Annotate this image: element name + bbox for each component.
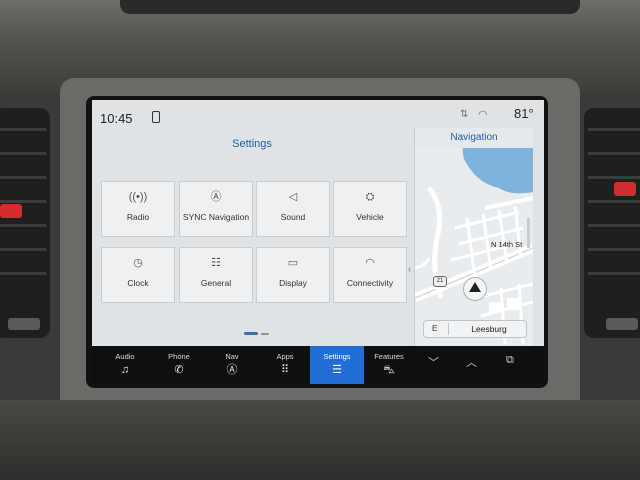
right-vent-tab[interactable] bbox=[614, 182, 636, 196]
tile-label: Sound bbox=[280, 212, 306, 222]
dashboard-slot bbox=[120, 0, 580, 14]
chevron-down-icon[interactable]: ﹀ bbox=[428, 354, 439, 370]
settings-panel: Settings ((•)) Radio Ⓐ SYNC Navigation ◁… bbox=[92, 130, 412, 346]
tile-label: General bbox=[200, 278, 232, 288]
chevron-up-icon[interactable]: ︿ bbox=[466, 354, 477, 370]
infotainment-screen: 10:45 ⇅ ◠ 81° Settings ((•)) Radio Ⓐ SYN… bbox=[92, 100, 544, 346]
destination-bar[interactable]: E Leesburg bbox=[423, 320, 527, 338]
tile-label: SYNC Navigation bbox=[182, 212, 250, 222]
left-air-vent[interactable] bbox=[0, 108, 50, 338]
page-dot-active bbox=[244, 332, 258, 335]
status-bar: 10:45 ⇅ ◠ 81° bbox=[92, 100, 544, 130]
navigation-icon: Ⓐ bbox=[210, 191, 222, 203]
music-note-icon: ♫ bbox=[120, 364, 130, 376]
phone-connected-icon bbox=[152, 111, 160, 123]
navigation-title: Navigation bbox=[450, 132, 498, 143]
map-view[interactable]: · N 14th St 21 bbox=[415, 148, 533, 346]
right-vent-roller[interactable] bbox=[606, 318, 638, 330]
car-icon: ⛍ bbox=[383, 364, 395, 376]
nav-apps-label: Apps bbox=[276, 352, 294, 361]
wifi-icon: ◠ bbox=[365, 257, 375, 269]
settings-tile-sync-navigation[interactable]: Ⓐ SYNC Navigation bbox=[180, 182, 252, 236]
vehicle-icon: ⛭ bbox=[365, 191, 375, 203]
settings-title: Settings bbox=[232, 138, 272, 150]
wifi-status-icon: ◠ bbox=[478, 109, 488, 121]
heading-direction: E bbox=[432, 324, 438, 333]
settings-tile-connectivity[interactable]: ◠ Connectivity bbox=[334, 248, 406, 302]
destination-name: Leesburg bbox=[471, 324, 507, 334]
street-label: N 14th St bbox=[491, 240, 523, 249]
display-icon: ▭ bbox=[287, 257, 299, 269]
right-air-vent[interactable] bbox=[584, 108, 640, 338]
page-dot bbox=[261, 333, 269, 335]
tile-label: Radio bbox=[126, 212, 150, 222]
sliders-icon: ☷ bbox=[211, 257, 221, 269]
speaker-icon: ◁ bbox=[288, 191, 298, 203]
dashboard-bottom bbox=[0, 400, 640, 480]
nav-audio-label: Audio bbox=[115, 352, 135, 361]
map-poi-label: · bbox=[453, 210, 455, 216]
outside-temperature: 81° bbox=[514, 106, 534, 121]
settings-tile-general[interactable]: ☷ General bbox=[180, 248, 252, 302]
navigation-icon: Ⓐ bbox=[226, 364, 238, 376]
tile-label: Display bbox=[279, 278, 307, 288]
phone-icon: ✆ bbox=[174, 364, 184, 376]
navigation-widget[interactable]: Navigation · N 14th St 21 E Leesburg bbox=[414, 128, 533, 346]
settings-tile-sound[interactable]: ◁ Sound bbox=[257, 182, 329, 236]
tile-label: Clock bbox=[127, 278, 149, 288]
settings-tile-display[interactable]: ▭ Display bbox=[257, 248, 329, 302]
apps-grid-icon: ⠿ bbox=[280, 364, 290, 376]
nav-features[interactable]: Features ⛍ bbox=[364, 346, 414, 384]
nav-audio[interactable]: Audio ♫ bbox=[100, 346, 150, 384]
settings-tile-vehicle[interactable]: ⛭ Vehicle bbox=[334, 182, 406, 236]
bottom-nav-bar: Audio ♫ Phone ✆ Nav Ⓐ Apps ⠿ Settings ☰ … bbox=[92, 346, 544, 384]
left-vent-roller[interactable] bbox=[8, 318, 40, 330]
signal-icon: ⇅ bbox=[460, 109, 469, 120]
nav-settings-label: Settings bbox=[323, 352, 351, 361]
nav-apps[interactable]: Apps ⠿ bbox=[260, 346, 310, 384]
radio-icon: ((•)) bbox=[128, 191, 148, 203]
sliders-icon: ☰ bbox=[332, 364, 342, 376]
settings-tile-clock[interactable]: ◷ Clock bbox=[102, 248, 174, 302]
nav-settings[interactable]: Settings ☰ bbox=[310, 346, 364, 384]
route-shield: 21 bbox=[433, 276, 447, 287]
left-vent-tab[interactable] bbox=[0, 204, 22, 218]
nav-features-label: Features bbox=[374, 352, 404, 361]
clock-icon: ◷ bbox=[133, 257, 143, 269]
destination-divider bbox=[448, 323, 449, 335]
settings-tile-radio[interactable]: ((•)) Radio bbox=[102, 182, 174, 236]
vehicle-position-icon bbox=[463, 277, 487, 301]
tile-label: Connectivity bbox=[346, 278, 394, 288]
copy-screen-icon[interactable]: ⧉ bbox=[506, 354, 514, 367]
clock-time: 10:45 bbox=[100, 111, 133, 126]
nav-nav-label: Nav bbox=[225, 352, 239, 361]
nav-phone-label: Phone bbox=[168, 352, 190, 361]
nav-phone[interactable]: Phone ✆ bbox=[154, 346, 204, 384]
nav-nav[interactable]: Nav Ⓐ bbox=[207, 346, 257, 384]
page-indicator[interactable] bbox=[244, 332, 272, 336]
chevron-left-icon[interactable]: ‹ bbox=[408, 264, 411, 274]
tile-label: Vehicle bbox=[356, 212, 384, 222]
